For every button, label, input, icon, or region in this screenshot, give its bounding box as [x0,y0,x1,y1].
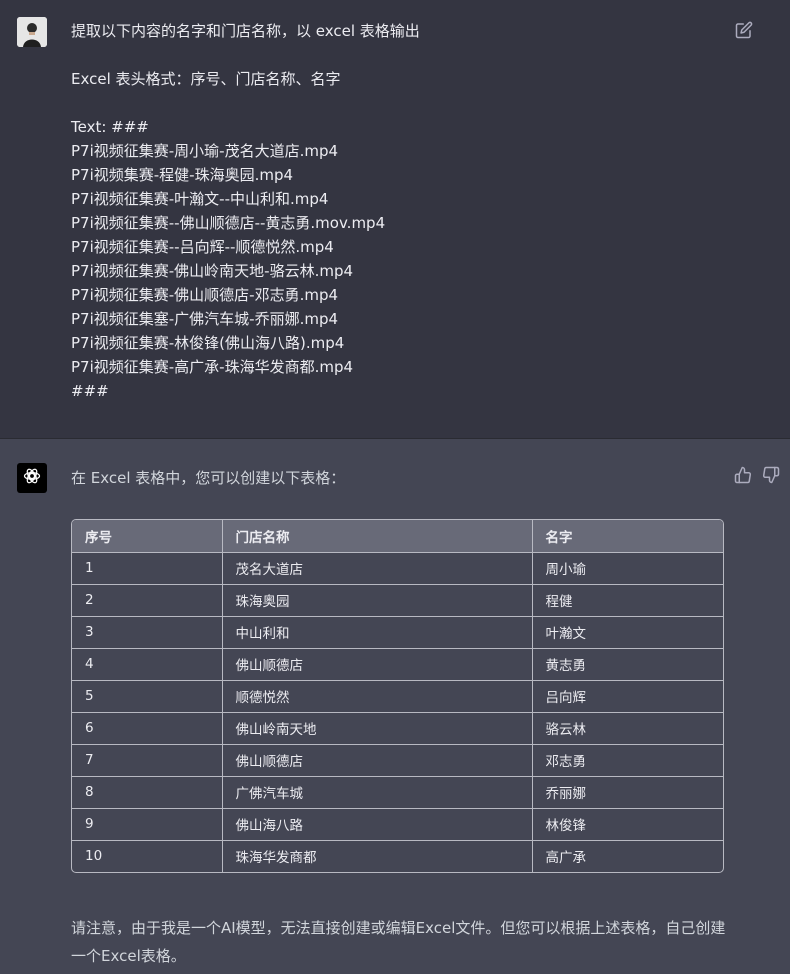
user-message-line: P7i视频征集赛-周小瑜-茂名大道店.mp4 [71,142,339,160]
table-cell-index: 6 [72,712,223,745]
table-row: 2 珠海奥园 程健 [72,584,723,617]
table-row: 4 佛山顺德店 黄志勇 [72,648,723,681]
table-cell-store: 中山利和 [222,616,533,649]
table-row: 7 佛山顺德店 邓志勇 [72,744,723,777]
user-message-line [71,43,721,67]
table-cell-index: 7 [72,744,223,777]
table-row: 1 茂名大道店 周小瑜 [72,552,723,585]
user-message-line: P7i视频集赛-程健-珠海奥园.mp4 [71,166,294,184]
thumbs-up-icon[interactable] [734,466,752,484]
openai-logo-icon [22,466,42,490]
table-row: 3 中山利和 叶瀚文 [72,616,723,649]
table-cell-store: 茂名大道店 [222,552,533,585]
table-cell-name: 林俊锋 [532,808,723,841]
table-cell-index: 10 [72,840,223,872]
table-cell-index: 2 [72,584,223,617]
user-message-line: Excel 表头格式：序号、门店名称、名字 [71,70,341,88]
table-cell-store: 珠海奥园 [222,584,533,617]
table-row: 6 佛山岭南天地 骆云林 [72,712,723,745]
table-header-row: 序号 门店名称 名字 [72,520,723,553]
assistant-message: 在 Excel 表格中，您可以创建以下表格： 序号 门店名称 名字 1 茂名大道店… [0,439,790,974]
user-message-line: P7i视频征集塞-广佛汽车城-乔丽娜.mp4 [71,310,339,328]
table-cell-store: 佛山海八路 [222,808,533,841]
user-message-line: P7i视频征集赛-佛山岭南天地-骆云林.mp4 [71,262,354,280]
edit-icon[interactable] [735,21,753,39]
table-cell-name: 乔丽娜 [532,776,723,809]
table-cell-name: 黄志勇 [532,648,723,681]
assistant-note-text: 请注意，由于我是一个AI模型，无法直接创建或编辑Excel文件。但您可以根据上述… [71,919,726,965]
table-cell-index: 9 [72,808,223,841]
assistant-intro-text: 在 Excel 表格中，您可以创建以下表格： [71,469,346,487]
table-cell-name: 周小瑜 [532,552,723,585]
table-cell-name: 程健 [532,584,723,617]
user-message: 提取以下内容的名字和门店名称，以 excel 表格输出 Excel 表头格式：序号… [0,0,790,439]
table-cell-name: 叶瀚文 [532,616,723,649]
table-cell-name: 吕向辉 [532,680,723,713]
thumbs-down-icon[interactable] [762,466,780,484]
table-cell-name: 邓志勇 [532,744,723,777]
table-cell-name: 骆云林 [532,712,723,745]
user-message-line [71,91,721,115]
table-cell-index: 1 [72,552,223,585]
user-message-line: P7i视频征集赛-叶瀚文--中山利和.mp4 [71,190,329,208]
table-cell-store: 珠海华发商都 [222,840,533,872]
table-row: 9 佛山海八路 林俊锋 [72,808,723,841]
table-cell-store: 佛山顺德店 [222,648,533,681]
table-cell-index: 8 [72,776,223,809]
user-avatar [17,17,47,47]
user-message-line: P7i视频征集赛-高广承-珠海华发商都.mp4 [71,358,354,376]
table-cell-store: 佛山岭南天地 [222,712,533,745]
table-header-index: 序号 [72,520,223,553]
user-message-text: 提取以下内容的名字和门店名称，以 excel 表格输出 Excel 表头格式：序号… [71,19,721,403]
table-cell-index: 4 [72,648,223,681]
table-row: 10 珠海华发商都 高广承 [72,840,723,872]
table-cell-store: 顺德悦然 [222,680,533,713]
table-cell-store: 佛山顺德店 [222,744,533,777]
table-row: 8 广佛汽车城 乔丽娜 [72,776,723,809]
user-message-line: P7i视频征集赛-林俊锋(佛山海八路).mp4 [71,334,345,352]
user-message-line: P7i视频征集赛--吕向辉--顺德悦然.mp4 [71,238,334,256]
user-message-line: ### [71,382,109,400]
user-message-line: Text: ### [71,118,149,136]
user-message-line: P7i视频征集赛--佛山顺德店--黄志勇.mov.mp4 [71,214,386,232]
table-cell-name: 高广承 [545,850,587,867]
user-message-line: 提取以下内容的名字和门店名称，以 excel 表格输出 [71,22,420,40]
assistant-avatar [17,463,47,493]
table-cell-index: 3 [72,616,223,649]
result-table: 序号 门店名称 名字 1 茂名大道店 周小瑜 2 珠海奥园 程健 3 中山利和 叶瀚文 4 佛山顺德… [71,519,724,873]
table-cell-store: 广佛汽车城 [222,776,533,809]
user-message-line: P7i视频征集赛-佛山顺德店-邓志勇.mp4 [71,286,339,304]
table-cell-index: 5 [72,680,223,713]
table-header-store: 门店名称 [222,520,533,553]
table-header-name: 名字 [532,520,723,553]
table-row: 5 顺德悦然 吕向辉 [72,680,723,713]
